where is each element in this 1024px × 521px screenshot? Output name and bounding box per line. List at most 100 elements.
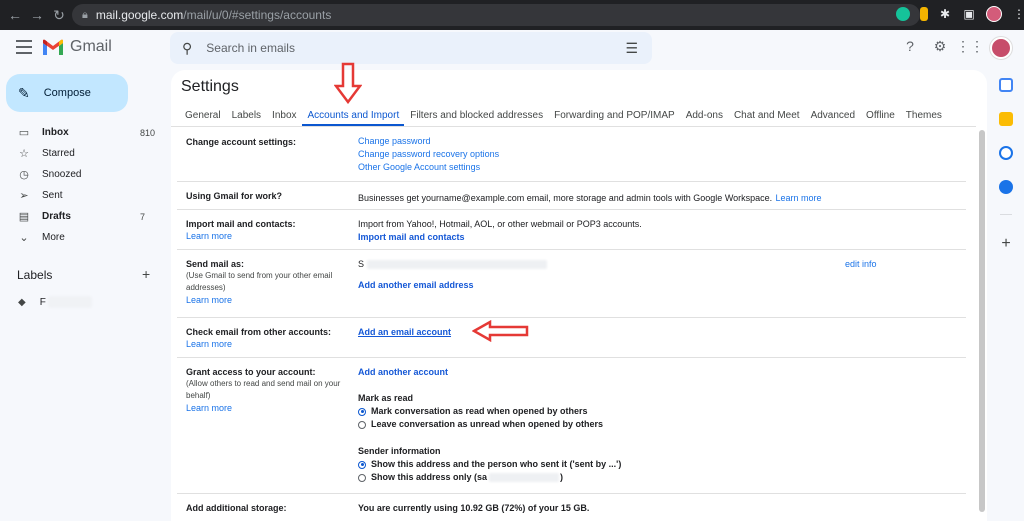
puzzle-icon[interactable]: ✱ xyxy=(938,7,952,21)
grammarly-extension-icon[interactable] xyxy=(896,7,910,21)
row-send-mail-as: Send mail as: (Use Gmail to send from yo… xyxy=(177,250,966,318)
sidebar-item-label: Drafts xyxy=(42,211,71,222)
add-another-account-link[interactable]: Add another account xyxy=(358,366,958,379)
row-grant-access: Grant access to your account: (Allow oth… xyxy=(177,358,966,494)
show-sent-by-radio[interactable]: Show this address and the person who sen… xyxy=(358,458,958,471)
tab-forwarding[interactable]: Forwarding and POP/IMAP xyxy=(548,106,680,126)
radio-selected-icon xyxy=(358,407,366,416)
tab-labels[interactable]: Labels xyxy=(226,106,266,126)
browser-menu-icon[interactable]: ⋮ xyxy=(1012,7,1024,21)
calendar-icon[interactable] xyxy=(999,78,1013,92)
page-title: Settings xyxy=(181,78,239,95)
sidebar-item-label: Snoozed xyxy=(42,169,82,180)
unread-count: 810 xyxy=(140,127,156,138)
back-icon[interactable]: ← xyxy=(4,4,26,26)
search-options-icon[interactable]: ☰ xyxy=(625,40,638,57)
check-email-learn-more-link[interactable]: Learn more xyxy=(186,338,346,351)
gmail-logo[interactable]: Gmail xyxy=(42,38,112,56)
show-address-only-radio[interactable]: Show this address only (sa) xyxy=(358,471,958,484)
star-icon: ☆ xyxy=(19,148,29,160)
create-label-icon[interactable]: + xyxy=(142,266,150,282)
annotation-arrow-left-icon xyxy=(472,320,529,342)
address-bar[interactable]: 🔒︎ mail.google.com/mail/u/0/#settings/ac… xyxy=(72,4,920,26)
tab-accounts-and-import[interactable]: Accounts and Import xyxy=(301,106,405,126)
help-icon[interactable]: ? xyxy=(902,38,918,54)
tab-general[interactable]: General xyxy=(179,106,226,126)
labels-heading: Labels xyxy=(17,268,53,282)
drafts-count: 7 xyxy=(140,211,146,222)
keep-icon[interactable] xyxy=(999,112,1013,126)
search-input[interactable]: Search in emails xyxy=(206,41,295,55)
radio-label-end: ) xyxy=(560,472,564,482)
import-learn-more-link[interactable]: Learn more xyxy=(186,230,346,243)
row-using-gmail-for-work: Using Gmail for work? Businesses get you… xyxy=(177,182,966,210)
change-password-link[interactable]: Change password xyxy=(358,135,958,148)
workspace-text: Businesses get yourname@example.com emai… xyxy=(358,193,773,203)
search-bar[interactable]: ⚲ Search in emails ☰ xyxy=(170,32,652,64)
sidebar-item-label: Inbox xyxy=(42,127,69,138)
browser-toolbar: ← → ↻ 🔒︎ mail.google.com/mail/u/0/#setti… xyxy=(0,0,1024,30)
sidebar-item-starred[interactable]: ☆ Starred xyxy=(0,143,160,164)
reload-icon[interactable]: ↻ xyxy=(48,4,70,26)
row-subtitle: (Allow others to read and send mail on y… xyxy=(186,379,341,400)
account-avatar[interactable] xyxy=(990,37,1012,59)
compose-button[interactable]: ✎ Compose xyxy=(6,74,128,112)
annotation-arrow-down-icon xyxy=(334,62,362,104)
tab-inbox[interactable]: Inbox xyxy=(266,106,301,126)
grant-learn-more-link[interactable]: Learn more xyxy=(186,402,346,415)
import-mail-link[interactable]: Import mail and contacts xyxy=(358,231,958,244)
row-check-email: Check email from other accounts: Learn m… xyxy=(177,318,966,358)
radio-label: Mark conversation as read when opened by… xyxy=(371,406,588,416)
send-as-learn-more-link[interactable]: Learn more xyxy=(186,294,346,307)
radio-selected-icon xyxy=(358,460,366,469)
mark-read-radio[interactable]: Mark conversation as read when opened by… xyxy=(358,405,958,418)
radio-label: Leave conversation as unread when opened… xyxy=(371,419,604,429)
change-recovery-link[interactable]: Change password recovery options xyxy=(358,148,958,161)
extension-icon[interactable] xyxy=(920,7,928,21)
sidebar-item-label: Sent xyxy=(42,190,63,201)
sidebar-item-sent[interactable]: ➢ Sent xyxy=(0,185,160,206)
row-title: Import mail and contacts: xyxy=(186,219,296,229)
settings-panel: Settings General Labels Inbox Accounts a… xyxy=(171,70,987,521)
sidebar-item-label: Starred xyxy=(42,148,75,159)
forward-icon[interactable]: → xyxy=(26,4,48,26)
send-as-address: S xyxy=(358,259,365,269)
scrollbar[interactable] xyxy=(979,130,985,512)
contacts-icon[interactable] xyxy=(999,180,1013,194)
browser-profile-avatar[interactable] xyxy=(986,6,1002,22)
side-panel-icon[interactable]: ▣ xyxy=(962,7,976,21)
other-account-settings-link[interactable]: Other Google Account settings xyxy=(358,161,958,174)
add-email-address-link[interactable]: Add another email address xyxy=(358,279,958,292)
tab-filters[interactable]: Filters and blocked addresses xyxy=(404,106,548,126)
sidebar-label-item[interactable]: ◆ F xyxy=(18,296,92,308)
sidebar-item-more[interactable]: ⌄ More xyxy=(0,227,160,248)
search-icon[interactable]: ⚲ xyxy=(182,40,192,57)
radio-empty-icon xyxy=(358,473,366,482)
lock-icon: 🔒︎ xyxy=(82,8,88,21)
sidebar-item-drafts[interactable]: ▤ Drafts 7 xyxy=(0,206,160,227)
tab-chat-and-meet[interactable]: Chat and Meet xyxy=(728,106,805,126)
edit-info-link[interactable]: edit info xyxy=(845,258,877,271)
workspace-learn-more-link[interactable]: Learn more xyxy=(776,193,822,203)
sidebar-item-inbox[interactable]: ▭ Inbox 810 xyxy=(0,122,160,143)
tasks-icon[interactable] xyxy=(999,146,1013,160)
compose-label: Compose xyxy=(43,87,91,99)
gear-icon[interactable]: ⚙ xyxy=(932,38,948,54)
tab-themes[interactable]: Themes xyxy=(900,106,947,126)
url-host: mail.google.com xyxy=(95,8,184,22)
settings-tabs: General Labels Inbox Accounts and Import… xyxy=(179,106,947,126)
leave-unread-radio[interactable]: Leave conversation as unread when opened… xyxy=(358,418,958,431)
tabs-divider xyxy=(171,126,976,127)
row-title: Grant access to your account: xyxy=(186,367,316,377)
add-email-account-link[interactable]: Add an email account xyxy=(358,326,958,339)
tab-addons[interactable]: Add-ons xyxy=(680,106,728,126)
tab-offline[interactable]: Offline xyxy=(860,106,900,126)
main-menu-icon[interactable] xyxy=(16,40,32,54)
row-title: Check email from other accounts: xyxy=(186,327,332,337)
tab-advanced[interactable]: Advanced xyxy=(805,106,860,126)
apps-grid-icon[interactable]: ⋮⋮ xyxy=(956,38,984,54)
get-addons-icon[interactable]: + xyxy=(1001,235,1010,253)
sidebar-item-snoozed[interactable]: ◷ Snoozed xyxy=(0,164,160,185)
gmail-m-icon xyxy=(43,39,63,55)
redacted-address xyxy=(366,260,547,270)
